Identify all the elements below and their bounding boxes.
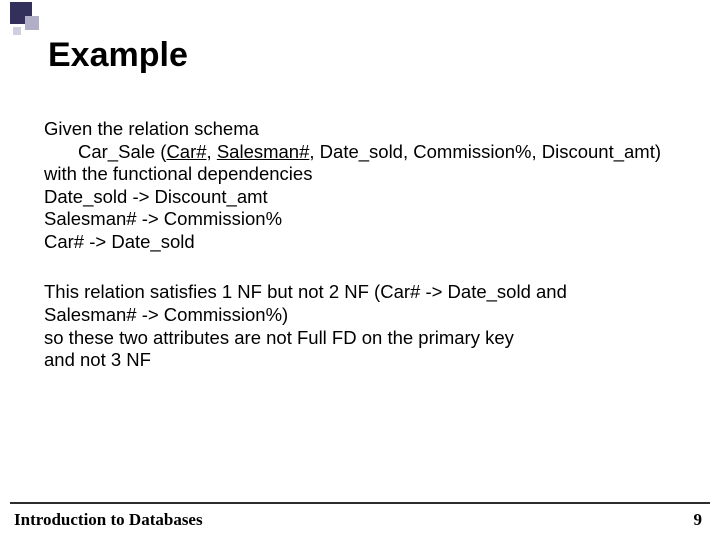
- explanation-line-2: Salesman# -> Commission%): [44, 304, 690, 327]
- footer-title: Introduction to Databases: [14, 510, 203, 530]
- with-line: with the functional dependencies: [44, 163, 690, 186]
- corner-decoration: [10, 2, 46, 38]
- slide-title: Example: [48, 36, 188, 75]
- deco-square-medium: [25, 16, 39, 30]
- footer-divider: [10, 502, 710, 504]
- schema-key-salesman: Salesman#: [217, 141, 310, 162]
- deco-square-small: [13, 27, 21, 35]
- schema-prefix: Car_Sale (: [78, 141, 166, 162]
- fd-3: Car# -> Date_sold: [44, 231, 690, 254]
- slide-body: Given the relation schema Car_Sale (Car#…: [44, 118, 690, 372]
- given-line: Given the relation schema: [44, 118, 690, 141]
- fd-1: Date_sold -> Discount_amt: [44, 186, 690, 209]
- explanation-line-3: so these two attributes are not Full FD …: [44, 327, 690, 350]
- explanation-line-4: and not 3 NF: [44, 349, 690, 372]
- schema-sep: ,: [207, 141, 217, 162]
- page-number: 9: [694, 510, 703, 530]
- schema-rest: , Date_sold, Commission%, Discount_amt): [309, 141, 661, 162]
- explanation-block: This relation satisfies 1 NF but not 2 N…: [44, 281, 690, 371]
- slide: Example Given the relation schema Car_Sa…: [0, 0, 720, 540]
- explanation-line-1: This relation satisfies 1 NF but not 2 N…: [44, 281, 690, 304]
- schema-key-car: Car#: [166, 141, 206, 162]
- schema-line: Car_Sale (Car#, Salesman#, Date_sold, Co…: [44, 141, 690, 164]
- fd-2: Salesman# -> Commission%: [44, 208, 690, 231]
